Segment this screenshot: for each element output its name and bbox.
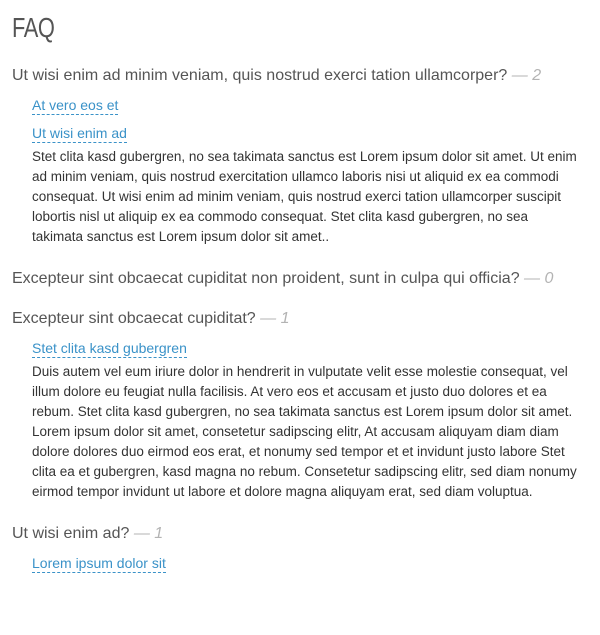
question-text: Ut wisi enim ad minim veniam, quis nostr… xyxy=(12,67,508,84)
question-text: Ut wisi enim ad? xyxy=(12,525,130,542)
faq-item: Ut wisi enim ad minim veniam, quis nostr… xyxy=(12,66,588,247)
faq-answers: At vero eos et Ut wisi enim ad Stet clit… xyxy=(12,96,588,247)
answer-count: — 0 xyxy=(524,270,553,287)
answer-toggle-link[interactable]: At vero eos et xyxy=(32,97,119,115)
answer-entry: At vero eos et xyxy=(32,96,588,115)
faq-answers: Stet clita kasd gubergren Duis autem vel… xyxy=(12,339,588,502)
count-value: 1 xyxy=(280,310,290,327)
answer-entry: Lorem ipsum dolor sit xyxy=(32,554,588,573)
faq-answers: Lorem ipsum dolor sit xyxy=(12,554,588,573)
answer-text: Stet clita kasd gubergren, no sea takima… xyxy=(32,149,577,244)
answer-toggle-link[interactable]: Ut wisi enim ad xyxy=(32,125,127,143)
question-text: Excepteur sint obcaecat cupiditat non pr… xyxy=(12,270,520,287)
count-prefix: — xyxy=(260,310,281,327)
faq-question: Excepteur sint obcaecat cupiditat? — 1 xyxy=(12,309,588,329)
count-value: 2 xyxy=(532,67,542,84)
page-title: FAQ xyxy=(12,12,55,43)
answer-toggle-link[interactable]: Lorem ipsum dolor sit xyxy=(32,555,166,573)
answer-entry: Stet clita kasd gubergren Duis autem vel… xyxy=(32,339,588,502)
faq-item: Excepteur sint obcaecat cupiditat non pr… xyxy=(12,269,588,289)
answer-count: — 1 xyxy=(260,310,289,327)
faq-question: Ut wisi enim ad minim veniam, quis nostr… xyxy=(12,66,588,86)
count-prefix: — xyxy=(511,67,533,84)
count-prefix: — xyxy=(133,525,155,542)
answer-entry: Ut wisi enim ad Stet clita kasd gubergre… xyxy=(32,124,588,247)
question-text: Excepteur sint obcaecat cupiditat? xyxy=(12,310,256,327)
count-value: 1 xyxy=(154,525,164,542)
answer-text: Duis autem vel eum iriure dolor in hendr… xyxy=(32,364,577,499)
faq-question: Ut wisi enim ad? — 1 xyxy=(12,524,588,544)
count-value: 0 xyxy=(544,270,554,287)
faq-page: FAQ Ut wisi enim ad minim veniam, quis n… xyxy=(0,0,600,573)
faq-item: Excepteur sint obcaecat cupiditat? — 1 S… xyxy=(12,309,588,502)
answer-count: — 1 xyxy=(134,525,163,542)
faq-item: Ut wisi enim ad? — 1 Lorem ipsum dolor s… xyxy=(12,524,588,573)
answer-count: — 2 xyxy=(512,67,541,84)
answer-toggle-link[interactable]: Stet clita kasd gubergren xyxy=(32,340,187,358)
count-prefix: — xyxy=(524,270,545,287)
faq-list: Ut wisi enim ad minim veniam, quis nostr… xyxy=(12,66,588,573)
faq-question: Excepteur sint obcaecat cupiditat non pr… xyxy=(12,269,588,289)
